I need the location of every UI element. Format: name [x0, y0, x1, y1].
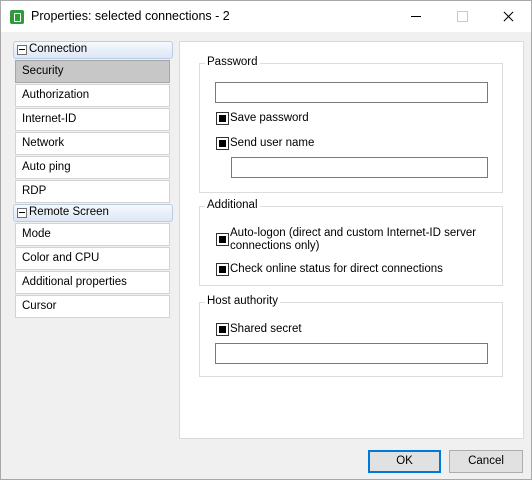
nav-item-label: Auto ping: [22, 161, 71, 173]
check-online-label: Check online status for direct connectio…: [230, 263, 443, 275]
nav-group-label: Connection: [29, 43, 88, 55]
nav-item-label: Mode: [22, 228, 51, 240]
nav-item-internet-id[interactable]: Internet-ID: [15, 108, 170, 131]
nav-item-security[interactable]: Security: [15, 60, 170, 83]
window-title: Properties: selected connections - 2: [31, 9, 230, 23]
send-user-name-label: Send user name: [230, 137, 315, 149]
cancel-button[interactable]: Cancel: [449, 450, 523, 473]
settings-panel: Password Save password Send user name Ad…: [179, 41, 524, 439]
auto-logon-label-line2: connections only): [230, 240, 320, 252]
nav-item-additional-properties[interactable]: Additional properties: [15, 271, 170, 294]
user-name-input[interactable]: [231, 157, 488, 178]
group-title: Host authority: [205, 295, 280, 307]
minimize-icon[interactable]: [393, 1, 439, 32]
nav-item-authorization[interactable]: Authorization: [15, 84, 170, 107]
send-user-name-checkbox[interactable]: [216, 137, 229, 150]
password-input[interactable]: [215, 82, 488, 103]
nav-item-label: Additional properties: [22, 276, 127, 288]
nav-item-rdp[interactable]: RDP: [15, 180, 170, 203]
maximize-icon[interactable]: [439, 1, 485, 32]
properties-dialog: Properties: selected connections - 2 Con…: [0, 0, 532, 480]
nav-item-color-and-cpu[interactable]: Color and CPU: [15, 247, 170, 270]
nav-item-cursor[interactable]: Cursor: [15, 295, 170, 318]
shared-secret-checkbox[interactable]: [216, 323, 229, 336]
save-password-label: Save password: [230, 112, 309, 124]
auto-logon-label-line1: Auto-logon (direct and custom Internet-I…: [230, 227, 477, 239]
nav-item-auto-ping[interactable]: Auto ping: [15, 156, 170, 179]
app-icon: [10, 10, 24, 24]
nav-item-mode[interactable]: Mode: [15, 223, 170, 246]
title-bar[interactable]: Properties: selected connections - 2: [1, 1, 531, 32]
nav-item-label: Security: [22, 65, 64, 77]
shared-secret-input[interactable]: [215, 343, 488, 364]
check-online-checkbox[interactable]: [216, 263, 229, 276]
password-group: Password Save password Send user name: [199, 56, 503, 193]
nav-item-label: Network: [22, 137, 65, 149]
additional-group: Additional Auto-logon (direct and custom…: [199, 199, 503, 286]
nav-group-remote-screen[interactable]: Remote Screen: [13, 204, 173, 222]
collapse-icon[interactable]: [17, 208, 27, 218]
ok-button[interactable]: OK: [368, 450, 441, 473]
close-icon[interactable]: [485, 1, 531, 32]
nav-group-connection[interactable]: Connection: [13, 41, 173, 59]
nav-item-label: Internet-ID: [22, 113, 77, 125]
collapse-icon[interactable]: [17, 45, 27, 55]
nav-item-label: RDP: [22, 185, 47, 197]
group-title: Password: [205, 56, 260, 68]
host-authority-group: Host authority Shared secret: [199, 295, 503, 377]
nav-item-label: Color and CPU: [22, 252, 100, 264]
save-password-checkbox[interactable]: [216, 112, 229, 125]
nav-group-label: Remote Screen: [29, 206, 109, 218]
nav-item-network[interactable]: Network: [15, 132, 170, 155]
shared-secret-label: Shared secret: [230, 323, 302, 335]
auto-logon-checkbox[interactable]: [216, 233, 229, 246]
group-title: Additional: [205, 199, 260, 211]
nav-item-label: Authorization: [22, 89, 90, 101]
nav-item-label: Cursor: [22, 300, 57, 312]
